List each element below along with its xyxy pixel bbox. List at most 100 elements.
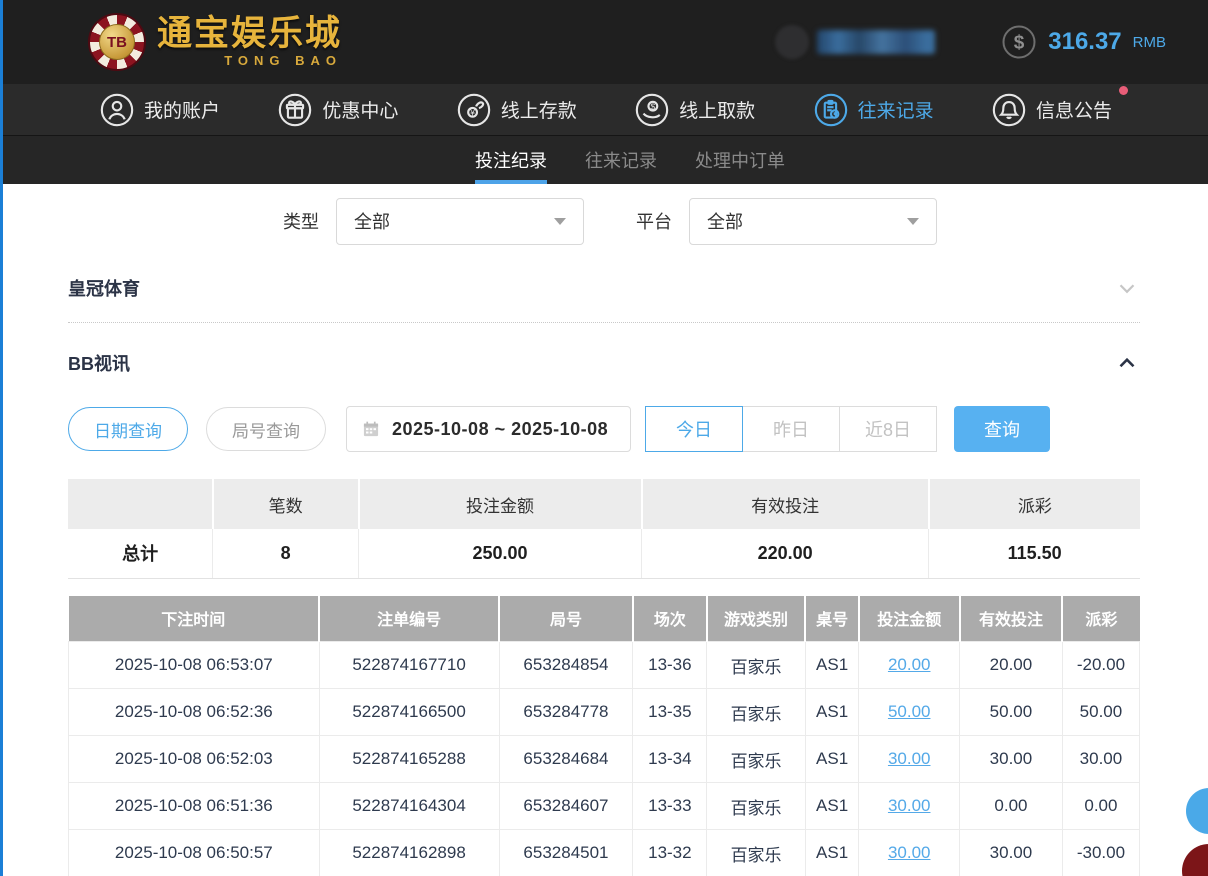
cell-order-id: 522874166500 bbox=[319, 689, 499, 736]
cell-bet-amount: 30.00 bbox=[859, 736, 960, 783]
cell-order-id: 522874162898 bbox=[319, 830, 499, 876]
nav-label: 往来记录 bbox=[858, 96, 934, 123]
summary-header-count: 笔数 bbox=[213, 479, 359, 529]
logo-subtitle: TONG BAO bbox=[224, 53, 342, 68]
bet-table-header-row: 下注时间 注单编号 局号 场次 游戏类别 桌号 投注金额 有效投注 派彩 bbox=[69, 596, 1140, 642]
bet-amount-link[interactable]: 20.00 bbox=[888, 655, 931, 674]
col-bet-time: 下注时间 bbox=[69, 596, 320, 642]
today-button[interactable]: 今日 bbox=[645, 406, 743, 452]
date-range-input[interactable]: 2025-10-08 ~ 2025-10-08 bbox=[346, 406, 631, 452]
cell-valid-bet: 0.00 bbox=[960, 783, 1063, 830]
tab-processing-orders[interactable]: 处理中订单 bbox=[695, 136, 785, 184]
cell-payout: -30.00 bbox=[1062, 830, 1139, 876]
cell-table-no: AS1 bbox=[805, 689, 859, 736]
col-order-id: 注单编号 bbox=[319, 596, 499, 642]
summary-total-valid-bet: 220.00 bbox=[642, 529, 929, 578]
cell-valid-bet: 30.00 bbox=[960, 830, 1063, 876]
quick-date-group: 今日 昨日 近8日 bbox=[645, 406, 937, 452]
chevron-down-icon bbox=[1114, 275, 1140, 301]
site-logo[interactable]: TB 通宝娱乐城 TONG BAO bbox=[88, 13, 342, 71]
cell-round-id: 653284607 bbox=[499, 783, 633, 830]
svg-text:¥: ¥ bbox=[469, 107, 475, 117]
logo-text: 通宝娱乐城 TONG BAO bbox=[157, 16, 342, 68]
tab-transaction-records[interactable]: 往来记录 bbox=[585, 136, 657, 184]
section-title-crown: 皇冠体育 bbox=[68, 275, 140, 301]
dollar-coin-icon: $ bbox=[1001, 24, 1037, 60]
type-filter-label: 类型 bbox=[283, 208, 319, 234]
nav-item-my-account[interactable]: 我的账户 bbox=[100, 93, 220, 127]
query-toolbar: 日期查询 局号查询 2025-10-08 ~ 2025-10-08 今日 昨日 … bbox=[68, 406, 1140, 452]
table-row: 2025-10-08 06:52:03 522874165288 6532846… bbox=[69, 736, 1140, 783]
nav-item-transaction-records[interactable]: 往来记录 bbox=[814, 93, 934, 127]
nav-item-deposit[interactable]: ¥ 线上存款 bbox=[457, 93, 577, 127]
table-row: 2025-10-08 06:53:07 522874167710 6532848… bbox=[69, 642, 1140, 689]
avatar[interactable] bbox=[775, 25, 809, 59]
search-button[interactable]: 查询 bbox=[954, 406, 1050, 452]
wallet-balance[interactable]: $ 316.37 RMB bbox=[1001, 24, 1166, 60]
nav-label: 优惠中心 bbox=[322, 96, 398, 123]
tab-bet-records[interactable]: 投注纪录 bbox=[475, 136, 547, 184]
nav-item-withdraw[interactable]: $ 线上取款 bbox=[635, 93, 755, 127]
summary-total-label: 总计 bbox=[68, 529, 213, 578]
col-payout: 派彩 bbox=[1062, 596, 1139, 642]
summary-header-empty bbox=[68, 479, 213, 529]
svg-text:$: $ bbox=[651, 101, 656, 111]
col-bet-amount: 投注金额 bbox=[859, 596, 960, 642]
withdraw-icon: $ bbox=[635, 93, 669, 127]
cell-session: 13-33 bbox=[633, 783, 707, 830]
svg-text:$: $ bbox=[1014, 33, 1025, 54]
col-round-id: 局号 bbox=[499, 596, 633, 642]
user-area bbox=[775, 25, 935, 59]
cell-payout: 30.00 bbox=[1062, 736, 1139, 783]
cell-bet-amount: 50.00 bbox=[859, 689, 960, 736]
cell-bet-time: 2025-10-08 06:52:36 bbox=[69, 689, 320, 736]
platform-select[interactable]: 全部 bbox=[689, 198, 937, 245]
cell-bet-time: 2025-10-08 06:50:57 bbox=[69, 830, 320, 876]
date-query-button[interactable]: 日期查询 bbox=[68, 407, 188, 451]
section-crown-sports[interactable]: 皇冠体育 bbox=[68, 270, 1140, 306]
summary-header-bet-amount: 投注金额 bbox=[359, 479, 642, 529]
cell-table-no: AS1 bbox=[805, 830, 859, 876]
topbar: TB 通宝娱乐城 TONG BAO $ 316.37 RMB bbox=[0, 0, 1208, 84]
cell-order-id: 522874164304 bbox=[319, 783, 499, 830]
user-icon bbox=[100, 93, 134, 127]
nav-label: 信息公告 bbox=[1036, 96, 1112, 123]
username-redacted bbox=[817, 30, 935, 54]
deposit-icon: ¥ bbox=[457, 93, 491, 127]
nav-item-promotions[interactable]: 优惠中心 bbox=[278, 93, 398, 127]
bet-amount-link[interactable]: 30.00 bbox=[888, 749, 931, 768]
cell-valid-bet: 20.00 bbox=[960, 642, 1063, 689]
nav-label: 线上存款 bbox=[501, 96, 577, 123]
cell-game-type: 百家乐 bbox=[707, 642, 806, 689]
type-select[interactable]: 全部 bbox=[336, 198, 584, 245]
notification-dot bbox=[1119, 86, 1128, 95]
nav-item-announcements[interactable]: 信息公告 bbox=[992, 93, 1112, 127]
round-query-button[interactable]: 局号查询 bbox=[206, 407, 326, 451]
cell-session: 13-35 bbox=[633, 689, 707, 736]
cell-round-id: 653284778 bbox=[499, 689, 633, 736]
casino-chip-icon: TB bbox=[88, 13, 146, 71]
main-content: 类型 全部 平台 全部 皇冠体育 BB视讯 日期查询 局号查询 bbox=[0, 197, 1208, 876]
bet-amount-link[interactable]: 50.00 bbox=[888, 702, 931, 721]
bet-amount-link[interactable]: 30.00 bbox=[888, 843, 931, 862]
platform-select-value: 全部 bbox=[707, 208, 743, 234]
cell-valid-bet: 50.00 bbox=[960, 689, 1063, 736]
gift-icon bbox=[278, 93, 312, 127]
balance-amount: 316.37 bbox=[1048, 28, 1121, 56]
summary-total-row: 总计 8 250.00 220.00 115.50 bbox=[68, 529, 1140, 578]
table-row: 2025-10-08 06:51:36 522874164304 6532846… bbox=[69, 783, 1140, 830]
chip-core-label: TB bbox=[99, 24, 135, 60]
cell-payout: -20.00 bbox=[1062, 642, 1139, 689]
cell-table-no: AS1 bbox=[805, 736, 859, 783]
col-game-type: 游戏类别 bbox=[707, 596, 806, 642]
cell-order-id: 522874165288 bbox=[319, 736, 499, 783]
cell-bet-amount: 30.00 bbox=[859, 783, 960, 830]
section-bb-video[interactable]: BB视讯 bbox=[68, 343, 1140, 383]
bet-amount-link[interactable]: 30.00 bbox=[888, 796, 931, 815]
cell-game-type: 百家乐 bbox=[707, 783, 806, 830]
col-table-no: 桌号 bbox=[805, 596, 859, 642]
last-8-days-button[interactable]: 近8日 bbox=[839, 406, 937, 452]
summary-total-count: 8 bbox=[213, 529, 359, 578]
yesterday-button[interactable]: 昨日 bbox=[742, 406, 840, 452]
summary-total-bet-amount: 250.00 bbox=[359, 529, 642, 578]
